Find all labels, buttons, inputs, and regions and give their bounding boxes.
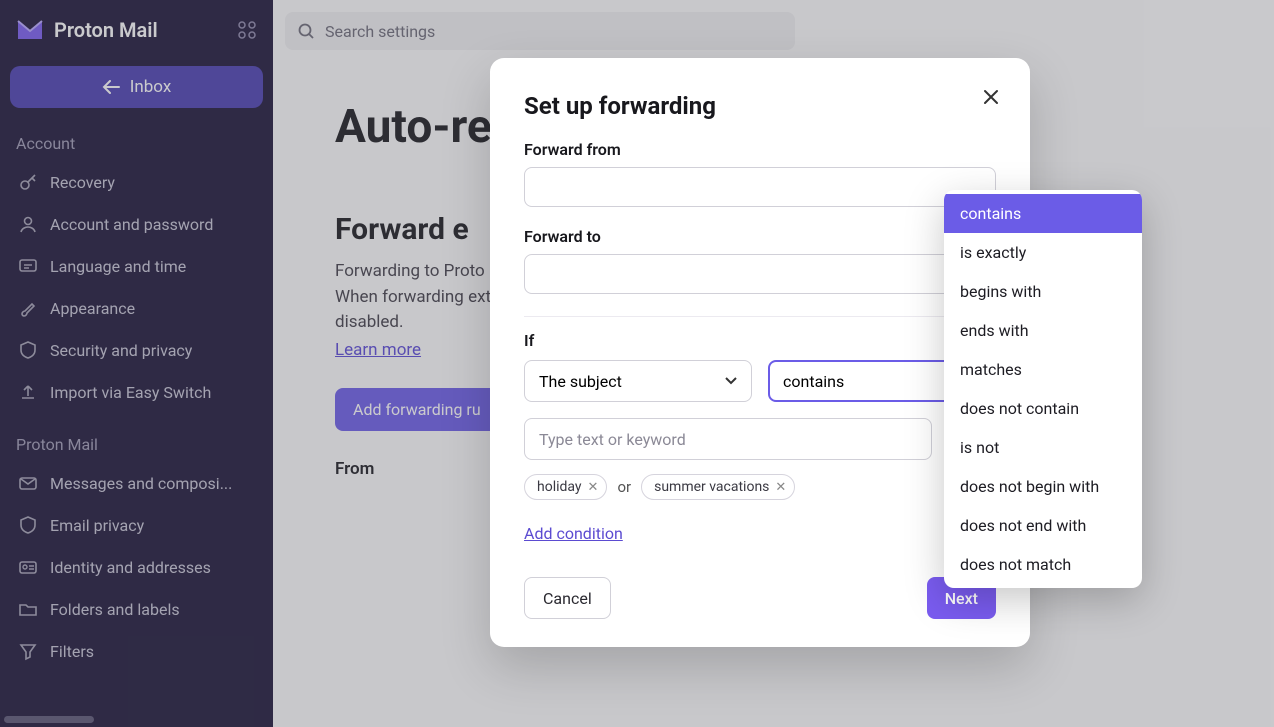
menu-item-matches[interactable]: matches: [944, 350, 1142, 389]
menu-item-is-exactly[interactable]: is exactly: [944, 233, 1142, 272]
or-separator: or: [617, 478, 631, 496]
forward-to-input[interactable]: [524, 254, 996, 294]
modal-title: Set up forwarding: [524, 92, 996, 120]
menu-item-begins-with[interactable]: begins with: [944, 272, 1142, 311]
chevron-down-icon: [725, 377, 737, 385]
add-condition-link[interactable]: Add condition: [524, 524, 623, 543]
cancel-button[interactable]: Cancel: [524, 577, 611, 619]
divider: [524, 316, 996, 317]
close-button[interactable]: [982, 88, 1000, 106]
select-value: The subject: [539, 372, 622, 391]
chip-label: holiday: [537, 479, 582, 495]
keyword-input[interactable]: Type text or keyword: [524, 418, 932, 460]
menu-item-is-not[interactable]: is not: [944, 428, 1142, 467]
if-label: If: [524, 331, 996, 350]
menu-item-contains[interactable]: contains: [944, 194, 1142, 233]
chip-remove[interactable]: ✕: [775, 480, 786, 495]
forward-from-input[interactable]: [524, 167, 996, 207]
menu-item-does-not-begin-with[interactable]: does not begin with: [944, 467, 1142, 506]
condition-field-select[interactable]: The subject: [524, 360, 752, 402]
forward-to-label: Forward to: [524, 227, 996, 246]
operator-dropdown-menu: contains is exactly begins with ends wit…: [944, 190, 1142, 588]
keyword-chip: summer vacations ✕: [641, 474, 795, 500]
keyword-chip: holiday ✕: [524, 474, 607, 500]
chip-remove[interactable]: ✕: [588, 480, 599, 495]
chip-label: summer vacations: [654, 479, 769, 495]
menu-item-does-not-end-with[interactable]: does not end with: [944, 506, 1142, 545]
menu-item-does-not-match[interactable]: does not match: [944, 545, 1142, 584]
keyword-chips: holiday ✕ or summer vacations ✕: [524, 474, 996, 500]
close-icon: [982, 88, 1000, 106]
forward-from-label: Forward from: [524, 140, 996, 159]
select-value: contains: [783, 372, 844, 391]
keyword-placeholder: Type text or keyword: [539, 430, 686, 449]
menu-item-ends-with[interactable]: ends with: [944, 311, 1142, 350]
menu-item-does-not-contain[interactable]: does not contain: [944, 389, 1142, 428]
